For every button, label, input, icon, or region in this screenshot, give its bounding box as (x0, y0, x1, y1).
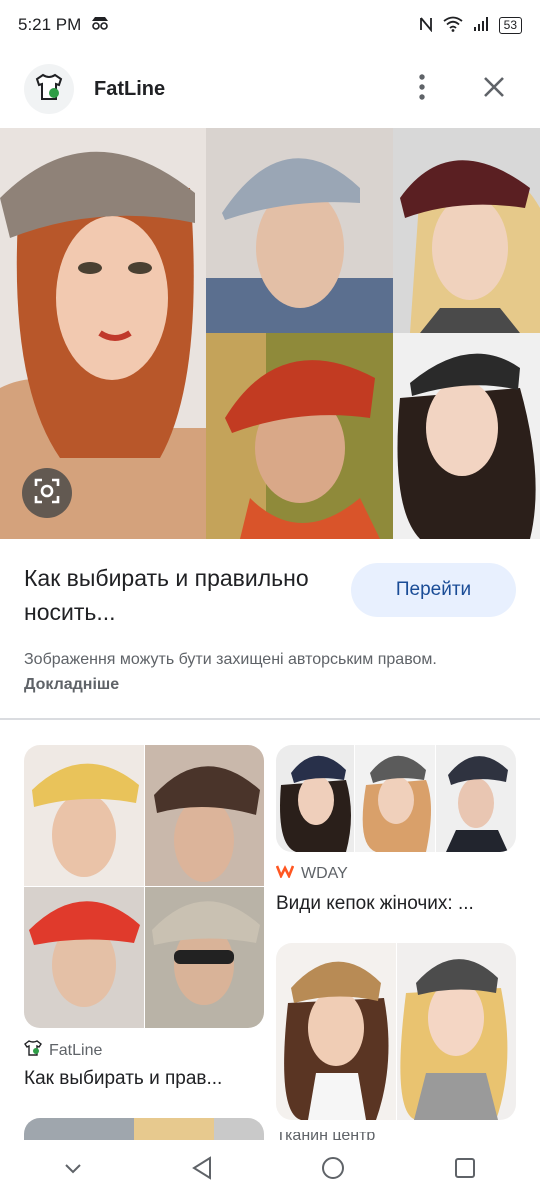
preview-image[interactable] (0, 128, 540, 539)
source-header: FatLine (0, 50, 540, 128)
incognito-icon (89, 15, 111, 35)
chevron-down-icon[interactable] (64, 1161, 82, 1179)
result-title[interactable]: Види кепок жіночих: ... (276, 893, 474, 915)
learn-more-link[interactable]: Докладніше (24, 676, 119, 693)
status-time: 5:21 PM (18, 15, 82, 34)
close-button[interactable] (472, 67, 516, 111)
back-icon[interactable] (191, 1155, 213, 1185)
status-bar: 5:21 PM 53 (0, 0, 540, 50)
lens-camera-icon (33, 477, 61, 510)
tshirt-icon (34, 73, 64, 106)
copyright-text: Зображення можуть бути захищені авторськ… (24, 651, 437, 668)
result-card-image[interactable] (276, 745, 516, 852)
result-source-name: WDAY (301, 864, 348, 882)
system-nav-bar (0, 1140, 540, 1200)
site-name[interactable]: FatLine (94, 78, 400, 101)
home-icon[interactable] (321, 1156, 345, 1185)
wifi-icon (443, 16, 463, 35)
recents-icon[interactable] (454, 1157, 476, 1184)
visit-button[interactable]: Перейти (351, 563, 516, 617)
lens-search-button[interactable] (22, 468, 72, 518)
result-source[interactable]: WDAY (275, 864, 348, 883)
result-source-name: FatLine (49, 1041, 103, 1059)
tshirt-icon (24, 1040, 42, 1061)
result-card-image[interactable] (276, 943, 516, 1120)
page-title[interactable]: Как выбирать и правильно носить... (24, 561, 324, 629)
result-card-image[interactable] (24, 745, 264, 1028)
more-options-button[interactable] (400, 67, 444, 111)
nfc-icon (419, 16, 433, 35)
wday-logo-icon (275, 864, 295, 883)
result-card-image[interactable] (24, 1118, 264, 1140)
image-info: Как выбирать и правильно носить... Перей… (0, 539, 540, 719)
more-vert-icon (419, 73, 425, 105)
divider (0, 718, 540, 720)
close-icon (483, 76, 505, 103)
copyright-notice: Зображення можуть бути захищені авторськ… (24, 647, 524, 697)
result-source[interactable]: Тканин центр (276, 1132, 375, 1140)
result-source[interactable]: FatLine (24, 1040, 102, 1061)
result-source-name: Тканин центр (276, 1132, 375, 1140)
battery-indicator: 53 (498, 16, 522, 34)
signal-icon (473, 16, 489, 35)
result-title[interactable]: Как выбирать и прав... (24, 1068, 222, 1090)
site-logo[interactable] (24, 64, 74, 114)
